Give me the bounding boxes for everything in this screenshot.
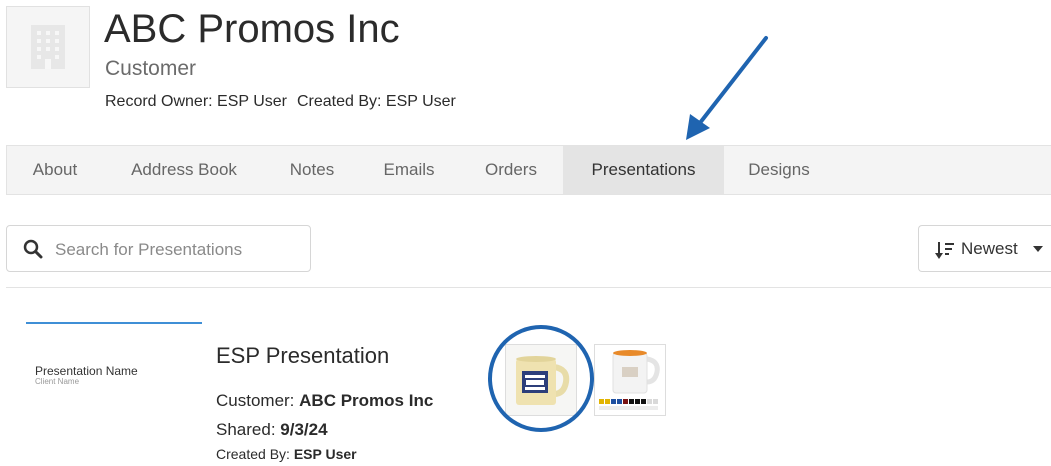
presentation-title[interactable]: ESP Presentation bbox=[216, 343, 389, 369]
customer-label: Customer: bbox=[216, 391, 295, 410]
created-by-value: ESP User bbox=[293, 446, 357, 462]
created-by: Created By: ESP User bbox=[297, 93, 456, 110]
search-input[interactable] bbox=[53, 236, 307, 264]
customer-value: ABC Promos Inc bbox=[299, 391, 434, 410]
tab-about[interactable]: About bbox=[7, 146, 103, 194]
divider bbox=[6, 287, 1051, 288]
tab-emails[interactable]: Emails bbox=[359, 146, 459, 194]
search-box bbox=[6, 225, 311, 272]
sort-button[interactable]: Newest bbox=[918, 225, 1051, 272]
tab-bar: About Address Book Notes Emails Orders P… bbox=[6, 145, 1051, 195]
shared-value: 9/3/24 bbox=[280, 420, 328, 439]
tab-orders[interactable]: Orders bbox=[459, 146, 563, 194]
shared-label: Shared: bbox=[216, 420, 276, 439]
presentation-shared: Shared: 9/3/24 bbox=[216, 420, 328, 440]
tab-presentations[interactable]: Presentations bbox=[563, 146, 724, 194]
annotation-arrow bbox=[686, 36, 768, 140]
tab-address-book[interactable]: Address Book bbox=[103, 146, 265, 194]
record-owner: Record Owner: ESP User bbox=[105, 93, 287, 110]
thumbnail-subtitle: Client Name bbox=[35, 377, 80, 386]
tab-designs[interactable]: Designs bbox=[724, 146, 834, 194]
presentation-customer: Customer: ABC Promos Inc bbox=[216, 391, 433, 411]
card-accent-bar bbox=[26, 322, 202, 324]
mug-image bbox=[506, 345, 576, 415]
company-type: Customer bbox=[105, 57, 197, 80]
sort-label: Newest bbox=[961, 239, 1018, 258]
product-thumbnail-mug-logo[interactable] bbox=[505, 344, 577, 416]
search-icon bbox=[23, 239, 43, 259]
created-by-label: Created By: bbox=[216, 446, 290, 462]
product-thumbnail-two-tone-mug[interactable] bbox=[594, 344, 666, 416]
tab-notes[interactable]: Notes bbox=[265, 146, 359, 194]
caret-down-icon bbox=[1033, 246, 1043, 252]
thumbnail-title: Presentation Name bbox=[35, 364, 138, 378]
presentation-created-by: Created By: ESP User bbox=[216, 446, 357, 462]
mug-image-two-tone bbox=[595, 345, 665, 415]
sort-amount-icon bbox=[935, 242, 954, 259]
company-avatar bbox=[6, 6, 90, 88]
building-icon bbox=[31, 25, 65, 69]
record-meta: Record Owner: ESP User Created By: ESP Us… bbox=[105, 92, 466, 112]
company-name: ABC Promos Inc bbox=[104, 7, 400, 51]
